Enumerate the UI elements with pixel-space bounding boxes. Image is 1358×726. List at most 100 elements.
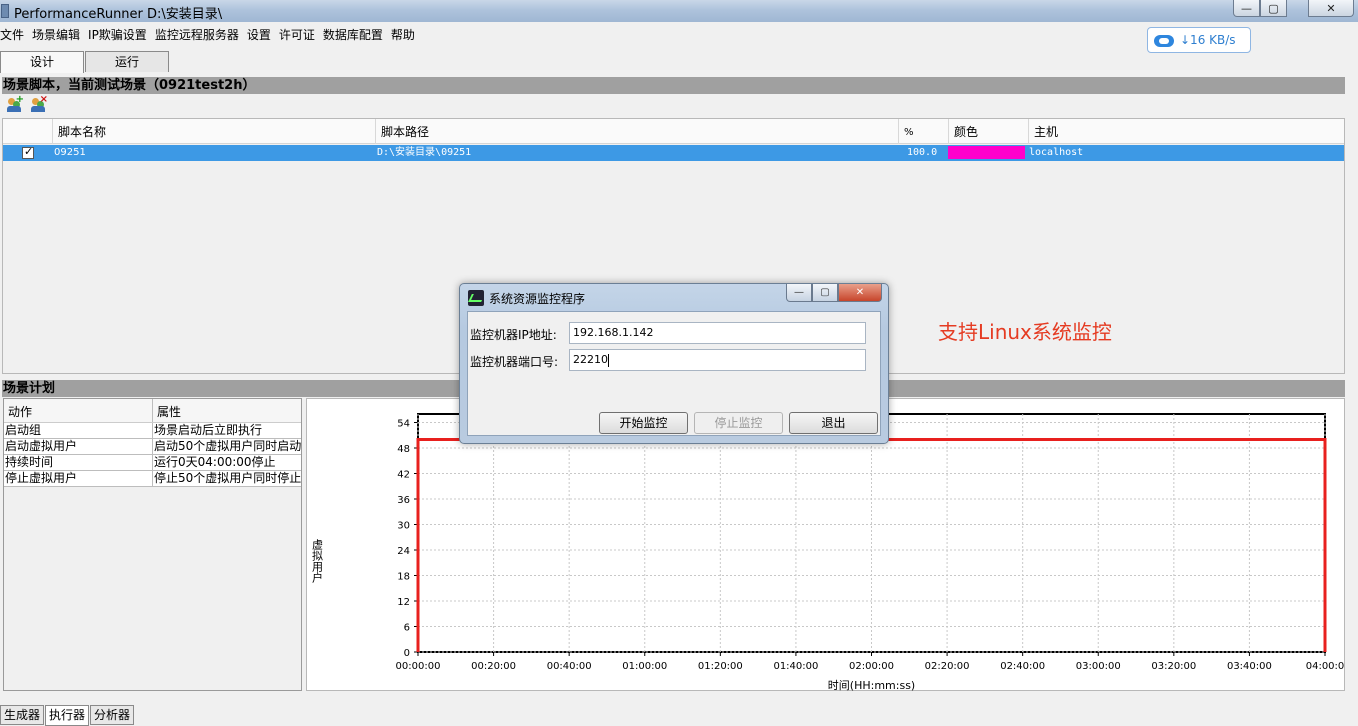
column-attribute: 属性 xyxy=(157,405,182,419)
plan-action-cell: 启动组 xyxy=(4,423,153,438)
table-row[interactable]: 启动组 场景启动后立即执行 xyxy=(4,423,301,439)
script-path-cell: D:\安装目录\09251 xyxy=(377,147,472,158)
column-color[interactable]: 颜色 xyxy=(948,119,1028,144)
port-value: 22210 xyxy=(573,353,608,366)
table-row[interactable]: 09251 D:\安装目录\09251 100.0 localhost xyxy=(3,145,1344,161)
column-host[interactable]: 主机 xyxy=(1028,119,1344,144)
linux-support-annotation: 支持Linux系统监控 xyxy=(938,320,1112,344)
stop-monitor-button[interactable]: 停止监控 xyxy=(694,412,783,434)
column-percent[interactable]: % xyxy=(898,119,948,144)
y-tick-label: 36 xyxy=(397,495,410,506)
script-color-swatch[interactable] xyxy=(948,146,1025,159)
tab-analyzer[interactable]: 分析器 xyxy=(90,705,135,725)
tab-design[interactable]: 设计 xyxy=(0,51,84,73)
y-tick-label: 18 xyxy=(397,572,410,583)
script-name-cell: 09251 xyxy=(54,147,86,158)
cloud-icon xyxy=(1154,32,1174,48)
table-row[interactable]: 持续时间 运行0天04:00:00停止 xyxy=(4,455,301,471)
x-tick-label: 02:40:00 xyxy=(1000,661,1045,672)
port-input[interactable]: 22210 xyxy=(569,349,866,371)
start-monitor-button[interactable]: 开始监控 xyxy=(599,412,688,434)
menu-ip-spoof[interactable]: IP欺骗设置 xyxy=(88,24,151,44)
x-tick-label: 01:00:00 xyxy=(622,661,667,672)
x-tick-label: 02:20:00 xyxy=(925,661,970,672)
monitor-app-icon xyxy=(468,290,484,306)
menu-help[interactable]: 帮助 xyxy=(391,24,419,44)
script-host-cell: localhost xyxy=(1029,147,1084,158)
y-tick-label: 54 xyxy=(397,419,410,430)
plan-attribute-cell: 场景启动后立即执行 xyxy=(154,423,263,437)
column-action: 动作 xyxy=(4,399,153,422)
window-controls: — ▢ ✕ xyxy=(1233,0,1354,17)
script-enabled-checkbox[interactable] xyxy=(22,145,34,159)
plot-area xyxy=(417,413,1326,653)
menu-remote-monitor[interactable]: 监控远程服务器 xyxy=(155,24,243,44)
x-tick-label: 00:20:00 xyxy=(471,661,516,672)
plan-action-cell: 启动虚拟用户 xyxy=(4,439,153,454)
close-button[interactable]: ✕ xyxy=(1308,0,1354,17)
x-tick-label: 03:00:00 xyxy=(1076,661,1121,672)
dialog-window-controls: — ▢ ✕ xyxy=(786,284,882,302)
tab-generator[interactable]: 生成器 xyxy=(0,705,45,725)
plan-table-header: 动作 属性 xyxy=(4,399,301,423)
script-toolbar xyxy=(6,94,48,113)
ip-address-input[interactable]: 192.168.1.142 xyxy=(569,322,866,344)
y-tick-label: 30 xyxy=(397,521,410,532)
y-tick-label: 42 xyxy=(397,470,410,481)
ip-address-value: 192.168.1.142 xyxy=(573,326,654,339)
scenario-header: 场景脚本，当前测试场景（0921test2h） xyxy=(2,77,1345,94)
y-tick-label: 6 xyxy=(404,623,410,634)
y-tick-label: 24 xyxy=(397,546,410,557)
x-tick-label: 00:40:00 xyxy=(547,661,592,672)
plan-attribute-cell: 停止50个虚拟用户同时停止 xyxy=(154,471,301,485)
x-axis-label: 时间(HH:mm:ss) xyxy=(828,679,915,692)
table-row[interactable]: 停止虚拟用户 停止50个虚拟用户同时停止 xyxy=(4,471,301,487)
bottom-tabs: 生成器 执行器 分析器 xyxy=(0,705,135,726)
x-tick-label: 03:40:00 xyxy=(1227,661,1272,672)
x-tick-label: 02:00:00 xyxy=(849,661,894,672)
y-tick-label: 48 xyxy=(397,444,410,455)
table-row[interactable]: 启动虚拟用户 启动50个虚拟用户同时启动 xyxy=(4,439,301,455)
y-tick-label: 12 xyxy=(397,597,410,608)
add-user-icon[interactable] xyxy=(6,94,24,113)
dialog-minimize-button[interactable]: — xyxy=(786,284,812,302)
tab-executor[interactable]: 执行器 xyxy=(45,705,90,726)
menu-database[interactable]: 数据库配置 xyxy=(323,24,387,44)
dialog-close-button[interactable]: ✕ xyxy=(838,284,882,302)
y-axis-label: 虚拟用户 xyxy=(311,539,324,584)
menu-settings[interactable]: 设置 xyxy=(247,24,275,44)
tab-run[interactable]: 运行 xyxy=(85,51,169,72)
y-tick-label: 0 xyxy=(404,648,410,659)
column-script-name[interactable]: 脚本名称 xyxy=(52,119,375,144)
app-window: PerformanceRunner D:\安装目录\ — ▢ ✕ 文件 场景编辑… xyxy=(0,0,1358,726)
exit-button[interactable]: 退出 xyxy=(789,412,878,434)
network-speed-widget[interactable]: ↓16 KB/s xyxy=(1147,27,1251,53)
text-caret xyxy=(608,353,609,367)
x-tick-label: 04:00:0 xyxy=(1306,661,1345,672)
top-tabs: 设计 运行 xyxy=(0,51,170,73)
plan-attribute-cell: 运行0天04:00:00停止 xyxy=(154,455,276,469)
app-icon xyxy=(1,4,9,18)
plan-table: 动作 属性 启动组 场景启动后立即执行 启动虚拟用户 启动50个虚拟用户同时启动… xyxy=(3,398,302,691)
menu-file[interactable]: 文件 xyxy=(0,24,28,44)
menu-bar: 文件 场景编辑 IP欺骗设置 监控远程服务器 设置 许可证 数据库配置 帮助 xyxy=(0,24,423,44)
column-script-path[interactable]: 脚本路径 xyxy=(375,119,898,144)
window-title: PerformanceRunner D:\安装目录\ xyxy=(14,7,223,22)
menu-scenario-edit[interactable]: 场景编辑 xyxy=(32,24,84,44)
plan-attribute-cell: 启动50个虚拟用户同时启动 xyxy=(154,439,301,453)
x-tick-label: 03:20:00 xyxy=(1151,661,1196,672)
dialog-maximize-button[interactable]: ▢ xyxy=(812,284,838,302)
title-bar: PerformanceRunner D:\安装目录\ — ▢ ✕ xyxy=(0,0,1358,22)
menu-license[interactable]: 许可证 xyxy=(279,24,319,44)
script-percent-cell: 100.0 xyxy=(907,147,938,158)
plan-action-cell: 持续时间 xyxy=(4,455,153,470)
dialog-title: 系统资源监控程序 xyxy=(489,292,586,306)
maximize-button[interactable]: ▢ xyxy=(1260,0,1287,17)
monitor-dialog: 系统资源监控程序 — ▢ ✕ 监控机器IP地址: 192.168.1.142 监… xyxy=(459,283,889,444)
remove-user-icon[interactable] xyxy=(30,94,48,113)
minimize-button[interactable]: — xyxy=(1233,0,1260,17)
port-label: 监控机器端口号: xyxy=(470,355,559,369)
plan-action-cell: 停止虚拟用户 xyxy=(4,471,153,486)
ip-label: 监控机器IP地址: xyxy=(470,328,557,342)
x-tick-label: 00:00:00 xyxy=(396,661,441,672)
